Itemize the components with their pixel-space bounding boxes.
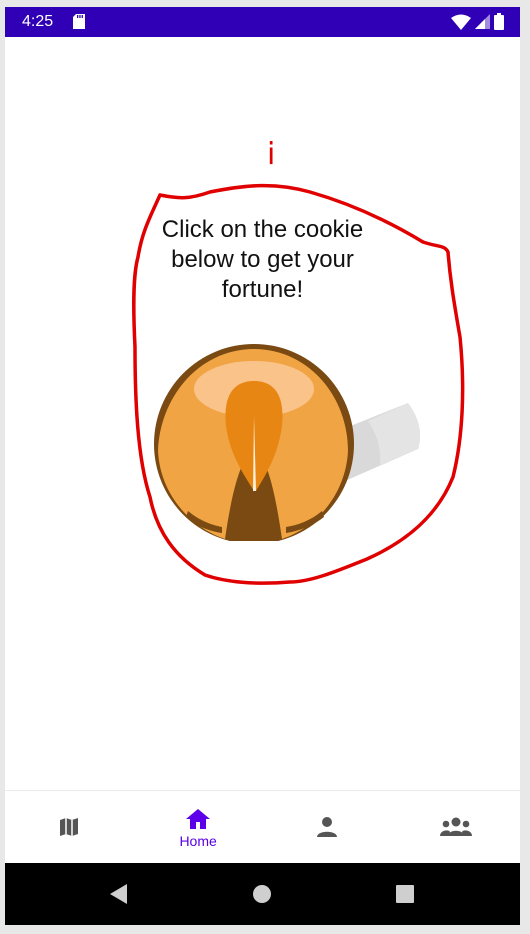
recents-icon[interactable] (394, 882, 416, 906)
bottom-navigation: Home (5, 790, 520, 864)
nav-item-profile[interactable] (263, 791, 392, 864)
nav-item-map[interactable] (5, 791, 134, 864)
nav-item-home[interactable]: Home (134, 791, 263, 864)
nav-item-group[interactable] (391, 791, 520, 864)
phone-screen: 4:25 i Click on the cookie below to get … (5, 7, 520, 925)
map-icon (60, 817, 79, 836)
main-content: i Click on the cookie below to get your … (5, 37, 520, 790)
home-icon (186, 808, 211, 829)
group-icon (439, 817, 472, 836)
home-circle-icon[interactable] (251, 882, 273, 906)
status-time: 4:25 (22, 13, 54, 30)
cell-signal-icon (475, 14, 490, 29)
wifi-icon (451, 14, 471, 30)
nav-label-home: Home (179, 832, 217, 849)
back-icon[interactable] (107, 882, 129, 906)
sd-card-icon (73, 14, 85, 29)
status-bar: 4:25 (5, 7, 520, 37)
fortune-prompt: Click on the cookie below to get your fo… (161, 216, 364, 303)
status-icons (451, 13, 504, 30)
system-navigation-bar (5, 863, 520, 925)
person-icon (316, 816, 337, 837)
annotation-marker: i (267, 137, 276, 172)
fortune-cookie-image[interactable] (150, 341, 430, 541)
battery-icon (494, 13, 504, 30)
